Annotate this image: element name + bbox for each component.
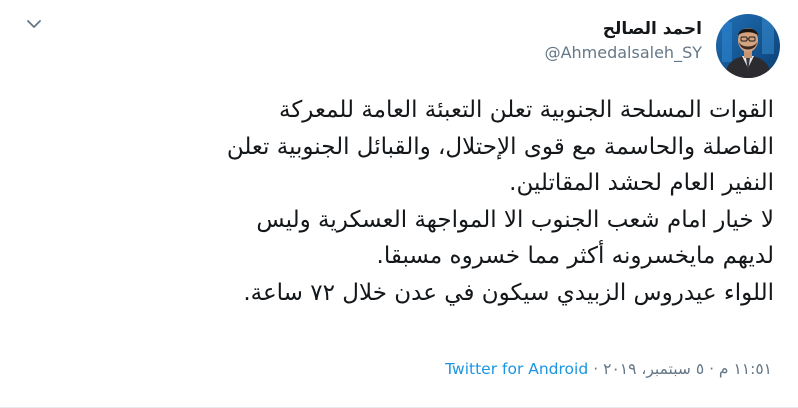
chevron-down-glyph <box>27 19 41 28</box>
tweet-text-line: لديهم مايخسرونه أكثر مما خسروه مسبقا. <box>376 243 774 269</box>
tweet-text-line: لا خيار امام شعب الجنوب الا المواجهة الع… <box>256 206 774 233</box>
tweet-text: القوات المسلحة الجنوبية تعلن التعبئة الع… <box>14 92 774 311</box>
tweet-text-line: القوات المسلحة الجنوبية تعلن التعبئة الع… <box>279 97 774 123</box>
tweet-card: احمد الصالح @Ahmedalsaleh_SY القوات المس… <box>0 0 798 408</box>
avatar[interactable] <box>716 14 780 78</box>
tweet-text-line: اللواء عيدروس الزبيدي سيكون في عدن خلال … <box>243 279 774 306</box>
chevron-down-icon[interactable] <box>24 14 44 34</box>
tweet-text-line: الفاصلة والحاسمة مع قوى الإحتلال، والقبا… <box>226 133 774 160</box>
tweet-text-line: النفير العام لحشد المقاتلين. <box>509 170 774 196</box>
tweet-metadata: ١١:٥١ م · ٥ سبتمبر، ٢٠١٩ · Twitter for A… <box>445 356 772 382</box>
tweet-header: احمد الصالح @Ahmedalsaleh_SY <box>545 14 780 78</box>
author-display-name[interactable]: احمد الصالح <box>603 18 702 40</box>
author-handle[interactable]: @Ahmedalsaleh_SY <box>545 40 702 66</box>
profile-photo-icon <box>716 14 780 78</box>
tweet-timestamp[interactable]: ١١:٥١ م · ٥ سبتمبر، ٢٠١٩ <box>603 360 772 378</box>
meta-separator: · <box>593 360 599 378</box>
tweet-source-link[interactable]: Twitter for Android <box>445 360 588 378</box>
author-names: احمد الصالح @Ahmedalsaleh_SY <box>545 14 702 66</box>
